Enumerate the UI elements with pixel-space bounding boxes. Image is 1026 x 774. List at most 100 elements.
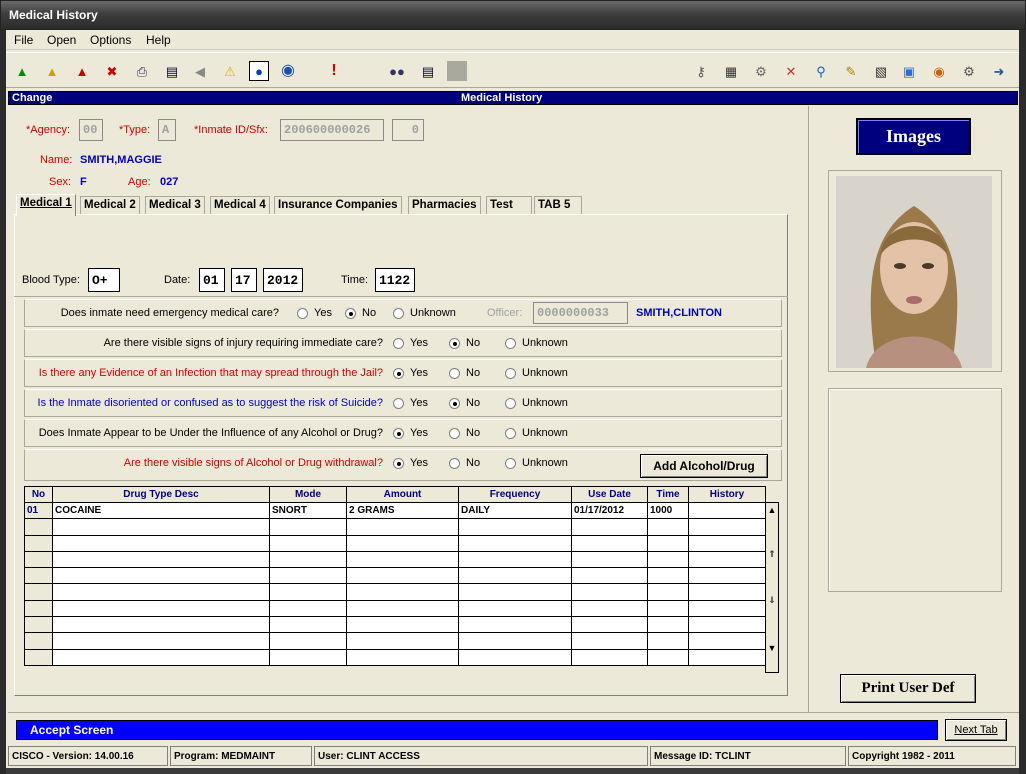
cell-frequency[interactable]: [458, 632, 572, 650]
radio-no[interactable]: No: [345, 307, 376, 319]
radio-yes[interactable]: Yes: [393, 367, 428, 379]
col-use-date[interactable]: Use Date: [571, 486, 648, 503]
cell-time[interactable]: [647, 518, 689, 536]
alert-icon[interactable]: !: [324, 61, 344, 81]
table-row[interactable]: [24, 616, 766, 634]
cell-drug-type[interactable]: [52, 534, 270, 552]
cell-time[interactable]: [647, 599, 689, 618]
images-button[interactable]: Images: [856, 118, 971, 155]
date-month-field[interactable]: 01: [199, 268, 225, 292]
cell-drug-type[interactable]: [52, 583, 270, 601]
cell-time[interactable]: [647, 567, 689, 585]
cell-drug-type[interactable]: [52, 616, 270, 634]
tab-pharmacies[interactable]: Pharmacies: [408, 196, 481, 215]
cell-use-date[interactable]: 01/17/2012: [571, 501, 648, 520]
cell-no[interactable]: [24, 534, 53, 552]
search-icon[interactable]: ⚲: [811, 61, 831, 81]
tab-medical-2[interactable]: Medical 2: [80, 196, 140, 215]
col-amount[interactable]: Amount: [346, 486, 459, 503]
radio-no[interactable]: No: [449, 367, 480, 379]
cell-time[interactable]: [647, 616, 689, 634]
radio-no[interactable]: No: [449, 337, 480, 349]
cell-use-date[interactable]: [571, 550, 648, 569]
globe-icon[interactable]: ◉: [278, 61, 298, 81]
radio-unknown[interactable]: Unknown: [505, 397, 568, 409]
tab-5[interactable]: TAB 5: [534, 196, 582, 215]
radio-no[interactable]: No: [449, 427, 480, 439]
col-history[interactable]: History: [688, 486, 766, 503]
radio-no[interactable]: No: [449, 397, 480, 409]
cell-frequency[interactable]: [458, 567, 572, 585]
inmate-sfx-field[interactable]: 0: [392, 119, 424, 141]
cell-frequency[interactable]: [458, 583, 572, 601]
radio-yes[interactable]: Yes: [393, 427, 428, 439]
tab-medical-1[interactable]: Medical 1: [16, 194, 76, 216]
scroll-up-icon[interactable]: ▲: [766, 505, 778, 515]
tools-icon[interactable]: ✕: [781, 61, 801, 81]
cell-drug-type[interactable]: [52, 648, 270, 666]
cell-no[interactable]: [24, 648, 53, 666]
cell-mode[interactable]: [269, 583, 347, 601]
cell-mode[interactable]: [269, 518, 347, 536]
table-row[interactable]: [24, 648, 766, 666]
table-row[interactable]: [24, 599, 766, 618]
window-titlebar[interactable]: Medical History: [0, 0, 1026, 30]
cell-frequency[interactable]: [458, 550, 572, 569]
scroll-down-icon[interactable]: ▼: [766, 643, 778, 653]
warning-icon[interactable]: ⚠: [220, 61, 240, 81]
page-up-icon[interactable]: ⇑: [766, 549, 778, 560]
cell-use-date[interactable]: [571, 534, 648, 552]
radio-unknown[interactable]: Unknown: [505, 337, 568, 349]
table-row[interactable]: 01 COCAINE SNORT 2 GRAMS DAILY 01/17/201…: [24, 501, 766, 520]
previous-icon[interactable]: ◀: [190, 61, 210, 81]
cell-mode[interactable]: SNORT: [269, 501, 347, 520]
cell-time[interactable]: 1000: [647, 501, 689, 520]
cell-frequency[interactable]: [458, 518, 572, 536]
info-head-icon[interactable]: ●: [249, 61, 269, 81]
cell-time[interactable]: [647, 648, 689, 666]
cell-amount[interactable]: [346, 648, 459, 666]
inmate-id-field[interactable]: 200600000026: [280, 119, 384, 141]
exit-icon[interactable]: ➜: [989, 61, 1009, 81]
add-record-icon[interactable]: ▲: [12, 61, 32, 81]
cell-amount[interactable]: [346, 583, 459, 601]
blank-icon[interactable]: [447, 61, 467, 81]
radio-yes[interactable]: Yes: [393, 337, 428, 349]
table-row[interactable]: [24, 534, 766, 552]
cell-time[interactable]: [647, 632, 689, 650]
notes-icon[interactable]: ▤: [162, 61, 182, 81]
cell-mode[interactable]: [269, 550, 347, 569]
radio-unknown[interactable]: Unknown: [505, 427, 568, 439]
cell-frequency[interactable]: DAILY: [458, 501, 572, 520]
cell-drug-type[interactable]: [52, 567, 270, 585]
cell-no[interactable]: [24, 616, 53, 634]
radio-no[interactable]: No: [449, 457, 480, 469]
page-down-icon[interactable]: ⇓: [766, 595, 778, 606]
cell-amount[interactable]: [346, 616, 459, 634]
cell-no[interactable]: [24, 567, 53, 585]
cell-frequency[interactable]: [458, 534, 572, 552]
cell-mode[interactable]: [269, 648, 347, 666]
cell-amount[interactable]: [346, 567, 459, 585]
radio-yes[interactable]: Yes: [393, 457, 428, 469]
keys-icon[interactable]: ⚷: [691, 61, 711, 81]
cell-mode[interactable]: [269, 534, 347, 552]
open-record-icon[interactable]: ▲: [42, 61, 62, 81]
delete-record-icon[interactable]: ▲: [72, 61, 92, 81]
type-field[interactable]: A: [158, 119, 176, 141]
cell-history[interactable]: [688, 599, 766, 618]
radio-unknown[interactable]: Unknown: [393, 307, 456, 319]
cell-mode[interactable]: [269, 567, 347, 585]
cell-drug-type[interactable]: [52, 599, 270, 618]
menu-open[interactable]: Open: [47, 33, 76, 47]
table-row[interactable]: [24, 550, 766, 569]
date-year-field[interactable]: 2012: [263, 268, 303, 292]
tab-medical-4[interactable]: Medical 4: [210, 196, 270, 215]
cell-time[interactable]: [647, 550, 689, 569]
cell-use-date[interactable]: [571, 567, 648, 585]
cell-amount[interactable]: [346, 534, 459, 552]
col-mode[interactable]: Mode: [269, 486, 347, 503]
col-no[interactable]: No: [24, 486, 53, 503]
menu-options[interactable]: Options: [90, 33, 131, 47]
cell-mode[interactable]: [269, 632, 347, 650]
